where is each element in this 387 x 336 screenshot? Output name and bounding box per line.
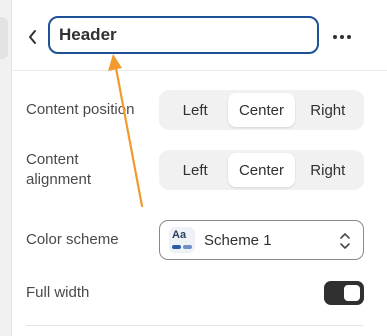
back-button[interactable] (22, 24, 44, 50)
color-scheme-select[interactable]: Aa Scheme 1 (159, 220, 364, 260)
content-position-center-option[interactable]: Center (228, 93, 295, 127)
section-divider (26, 325, 363, 326)
more-options-button[interactable] (328, 24, 356, 50)
sidebar-tab-edge[interactable] (0, 17, 8, 59)
toggle-knob (344, 285, 360, 301)
section-title-input[interactable] (48, 16, 319, 54)
chevron-left-icon (29, 30, 36, 44)
content-alignment-segmented-control: Left Center Right (159, 150, 364, 190)
full-width-label: Full width (26, 284, 90, 301)
content-position-segmented-control: Left Center Right (159, 90, 364, 130)
content-alignment-left-option[interactable]: Left (162, 153, 228, 187)
section-header-bar (12, 0, 387, 71)
full-width-toggle[interactable] (324, 281, 364, 305)
chevron-up-down-icon (340, 233, 350, 249)
content-position-label: Content position (26, 101, 135, 118)
color-scheme-value: Scheme 1 (204, 231, 272, 249)
color-scheme-label: Color scheme (26, 231, 119, 248)
content-position-left-option[interactable]: Left (162, 93, 228, 127)
content-alignment-label: Content alignment (26, 151, 92, 188)
swatch-text: Aa (172, 229, 187, 241)
color-scheme-swatch-icon: Aa (169, 227, 195, 253)
content-alignment-right-option[interactable]: Right (295, 153, 361, 187)
more-horizontal-icon (333, 35, 351, 39)
left-sidebar-strip (0, 0, 12, 336)
content-position-right-option[interactable]: Right (295, 93, 361, 127)
content-alignment-center-option[interactable]: Center (228, 153, 295, 187)
